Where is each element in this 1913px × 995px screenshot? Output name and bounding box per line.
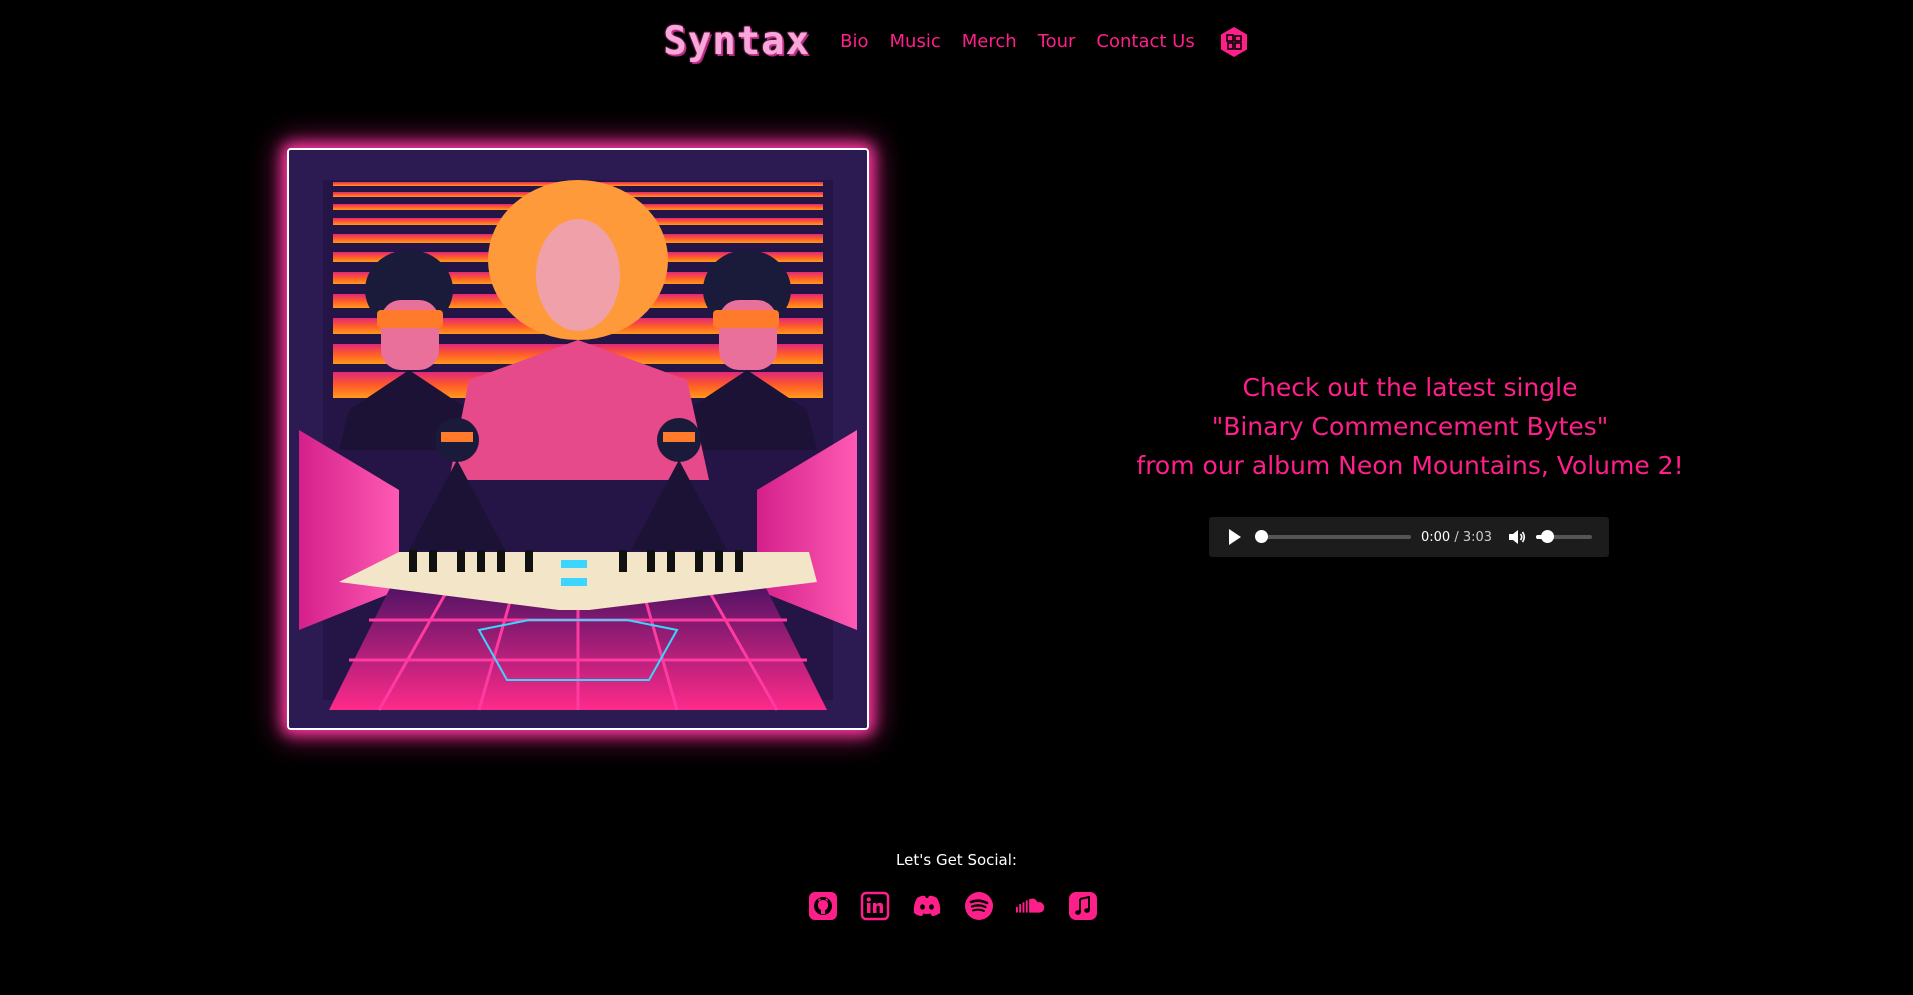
promo-line-1: Check out the latest single	[1242, 373, 1578, 402]
discord-icon[interactable]	[911, 890, 943, 922]
nav-bio[interactable]: Bio	[840, 18, 868, 66]
apple-music-icon[interactable]	[1067, 890, 1099, 922]
single-promo: Check out the latest single "Binary Comm…	[1100, 368, 1720, 485]
nav-music[interactable]: Music	[890, 18, 941, 66]
time-separator: /	[1450, 529, 1463, 545]
cube-logo-icon[interactable]	[1218, 26, 1250, 58]
album-cover	[287, 148, 869, 730]
nav-tour[interactable]: Tour	[1038, 18, 1076, 66]
volume-slider[interactable]	[1536, 530, 1593, 543]
nav-contact-us[interactable]: Contact Us	[1096, 18, 1194, 66]
main-nav: Bio Music Merch Tour Contact Us	[840, 18, 1250, 66]
promo-line-3: from our album Neon Mountains, Volume 2!	[1136, 451, 1684, 480]
seek-bar[interactable]	[1255, 530, 1411, 543]
linkedin-icon[interactable]	[859, 890, 891, 922]
spotify-icon[interactable]	[963, 890, 995, 922]
duration: 3:03	[1462, 529, 1493, 545]
audio-player: 0:00 / 3:03	[1209, 517, 1609, 557]
promo-line-2: "Binary Commencement Bytes"	[1211, 412, 1609, 441]
volume-icon[interactable]	[1508, 528, 1526, 546]
page: Syntax Bio Music Merch Tour Contact Us C…	[0, 0, 1913, 995]
album-cover-image	[289, 150, 867, 728]
volume-thumb[interactable]	[1541, 530, 1555, 543]
current-time: 0:00	[1421, 529, 1451, 545]
github-icon[interactable]	[807, 890, 839, 922]
time-display: 0:00 / 3:03	[1421, 530, 1492, 545]
social-label: Let's Get Social:	[896, 851, 1017, 869]
play-icon[interactable]	[1229, 529, 1241, 545]
seek-thumb[interactable]	[1255, 530, 1268, 543]
nav-merch[interactable]: Merch	[962, 18, 1017, 66]
soundcloud-icon[interactable]	[1015, 890, 1047, 922]
social-links	[807, 890, 1119, 922]
site-header: Syntax Bio Music Merch Tour Contact Us	[0, 18, 1913, 66]
brand-logo[interactable]: Syntax	[663, 18, 810, 66]
